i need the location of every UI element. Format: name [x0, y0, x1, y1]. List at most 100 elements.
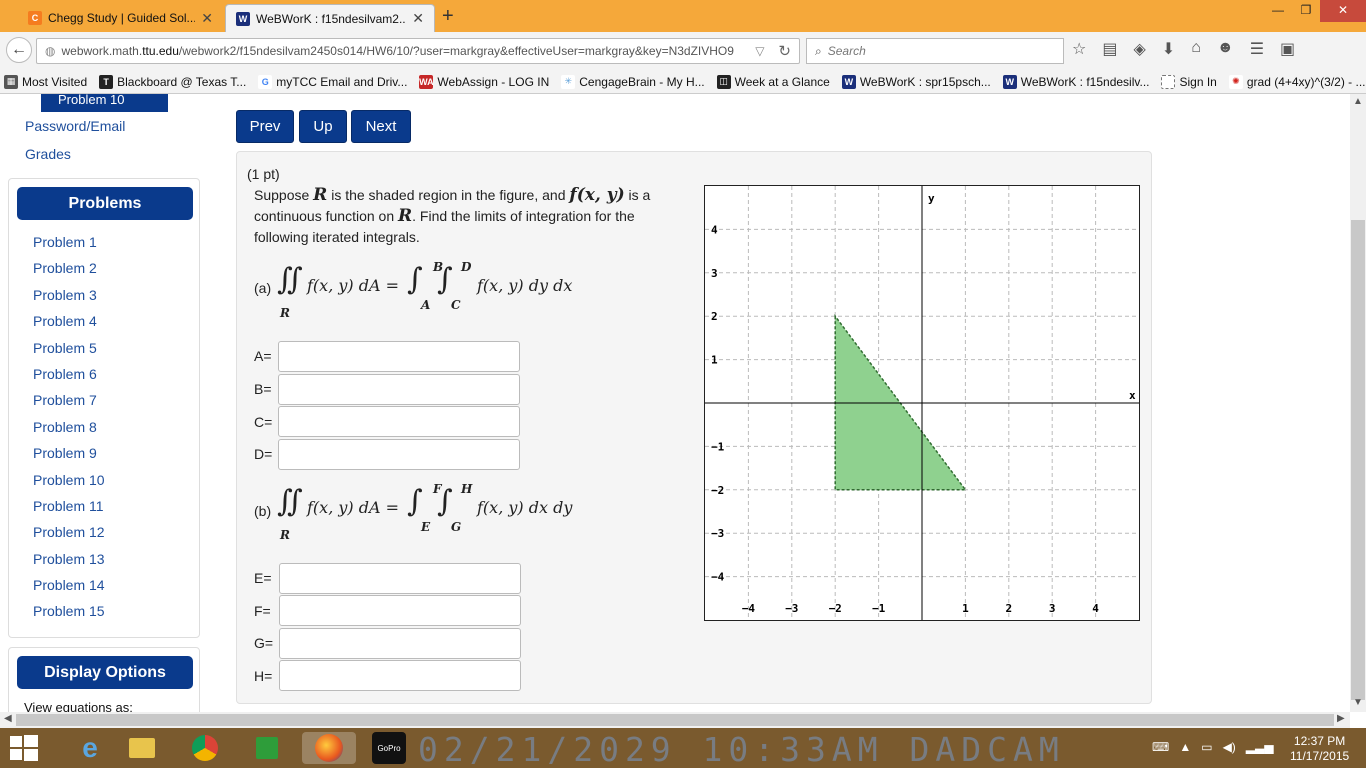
- scroll-left-icon[interactable]: ◀: [4, 713, 12, 724]
- cengage-icon: ✳: [561, 74, 576, 89]
- problem-link-5[interactable]: Problem 5: [33, 335, 105, 361]
- bookmark-webwork-spr15[interactable]: W WeBWorK : spr15psch...: [841, 74, 991, 89]
- problem-link-4[interactable]: Problem 4: [33, 308, 105, 334]
- minimize-icon[interactable]: —: [1264, 0, 1292, 22]
- home-icon[interactable]: ⌂: [1191, 39, 1201, 59]
- problem-link-3[interactable]: Problem 3: [33, 282, 105, 308]
- windows-start-icon[interactable]: [10, 735, 38, 761]
- problem-link-10[interactable]: Problem 10: [33, 467, 105, 493]
- problem-link-11[interactable]: Problem 11: [33, 493, 105, 519]
- chegg-icon: C: [28, 11, 42, 25]
- answer-input-d[interactable]: [278, 439, 520, 470]
- password-email-link[interactable]: Password/Email: [25, 118, 125, 134]
- ie-icon[interactable]: e: [60, 732, 120, 764]
- menu-icon[interactable]: ☰: [1250, 39, 1264, 59]
- close-icon[interactable]: ✕: [412, 10, 424, 27]
- answer-input-e[interactable]: [279, 563, 521, 594]
- bookmark-cengage[interactable]: ✳ CengageBrain - My H...: [561, 74, 705, 89]
- answer-input-g[interactable]: [279, 628, 521, 659]
- bookmark-blackboard[interactable]: T Blackboard @ Texas T...: [99, 74, 246, 89]
- new-tab-icon[interactable]: +: [442, 5, 454, 28]
- scroll-down-icon[interactable]: ▼: [1353, 697, 1363, 708]
- webwork-icon: W: [841, 74, 856, 89]
- bookmark-mytcc[interactable]: GmyTCC Email and Driv...: [258, 74, 407, 89]
- bookmark-most-visited[interactable]: ▦ Most Visited: [4, 74, 87, 89]
- page-icon: [1161, 74, 1176, 89]
- chat-icon[interactable]: ☻: [1217, 39, 1234, 59]
- chrome-icon[interactable]: [188, 732, 222, 764]
- dropdown-icon[interactable]: ▽: [755, 44, 772, 58]
- scroll-right-icon[interactable]: ▶: [1337, 713, 1345, 724]
- restore-icon[interactable]: ❐: [1292, 0, 1320, 22]
- url-bar[interactable]: ◍ webwork.math.ttu.edu/webwork2/f15ndesi…: [36, 38, 800, 64]
- download-icon[interactable]: ⬇: [1162, 39, 1175, 59]
- problem-link-14[interactable]: Problem 14: [33, 572, 105, 598]
- problem-points: (1 pt): [247, 166, 280, 182]
- problems-header: Problems: [17, 187, 193, 220]
- y-axis-label: y: [928, 192, 935, 205]
- gopro-icon[interactable]: GoPro: [372, 732, 406, 764]
- close-window-icon[interactable]: ✕: [1320, 0, 1366, 22]
- volume-icon[interactable]: ◀): [1223, 740, 1236, 754]
- prev-button[interactable]: Prev: [236, 110, 294, 143]
- tab-chegg[interactable]: C Chegg Study | Guided Sol... ✕: [18, 4, 223, 32]
- webwork-icon: W: [1002, 74, 1017, 89]
- firefox-icon[interactable]: [302, 732, 356, 764]
- display-options-panel: Display Options View equations as:: [8, 647, 200, 712]
- up-button[interactable]: Up: [299, 110, 347, 143]
- store-icon[interactable]: [250, 732, 284, 764]
- field-label-b: B=: [254, 381, 272, 397]
- answer-input-c[interactable]: [278, 406, 520, 437]
- problem-link-6[interactable]: Problem 6: [33, 361, 105, 387]
- tray-expand-icon[interactable]: ▲: [1179, 740, 1191, 754]
- problem-link-8[interactable]: Problem 8: [33, 414, 105, 440]
- windows-taskbar: e GoPro 02/21/2029 10:33AM DADCAM ⌨ ▲ ▭ …: [0, 728, 1366, 768]
- bookmark-webwork-f15[interactable]: W WeBWorK : f15ndesilv...: [1002, 74, 1149, 89]
- google-icon: G: [258, 74, 273, 89]
- answer-input-f[interactable]: [279, 595, 521, 626]
- x-tick-label: −2: [829, 602, 842, 615]
- answer-input-b[interactable]: [278, 374, 520, 405]
- current-problem-link[interactable]: Problem 10: [41, 94, 168, 112]
- network-icon[interactable]: ▂▃▅: [1246, 740, 1274, 754]
- pocket-icon[interactable]: ◈: [1133, 39, 1145, 59]
- scroll-up-icon[interactable]: ▲: [1353, 96, 1363, 107]
- page-viewport: Problem 10 Password/Email Grades Problem…: [0, 94, 1350, 712]
- taskbar-clock[interactable]: 12:37 PM 11/17/2015: [1290, 734, 1349, 764]
- problem-link-13[interactable]: Problem 13: [33, 546, 105, 572]
- problem-link-1[interactable]: Problem 1: [33, 229, 105, 255]
- browser-titlebar: C Chegg Study | Guided Sol... ✕ W WeBWor…: [0, 0, 1366, 32]
- problem-link-7[interactable]: Problem 7: [33, 387, 105, 413]
- y-tick-label: 4: [711, 223, 718, 236]
- sidebar-top: Problem 10 Password/Email Grades: [8, 94, 200, 170]
- horizontal-scroll-thumb[interactable]: [16, 714, 1334, 726]
- tab-webwork[interactable]: W WeBWorK : f15ndesilvam2... ✕: [225, 4, 435, 32]
- x-tick-label: −3: [785, 602, 798, 615]
- notification-icon[interactable]: ▭: [1201, 740, 1212, 754]
- keyboard-icon[interactable]: ⌨: [1152, 740, 1169, 754]
- next-button[interactable]: Next: [351, 110, 411, 143]
- answer-input-h[interactable]: [279, 660, 521, 691]
- problem-link-9[interactable]: Problem 9: [33, 440, 105, 466]
- reload-icon[interactable]: ↻: [778, 42, 799, 60]
- grades-link[interactable]: Grades: [25, 146, 71, 162]
- answer-input-a[interactable]: [278, 341, 520, 372]
- close-icon[interactable]: ✕: [201, 10, 213, 27]
- bookmark-webassign[interactable]: WA WebAssign - LOG IN: [419, 74, 549, 89]
- y-tick-label: −1: [711, 440, 725, 453]
- file-explorer-icon[interactable]: [125, 732, 159, 764]
- wolfram-icon: ✺: [1228, 74, 1243, 89]
- star-icon[interactable]: ☆: [1072, 39, 1086, 59]
- bookmark-grad[interactable]: ✺ grad (4+4xy)^(3/2) - ...: [1228, 74, 1366, 89]
- reader-icon[interactable]: ▤: [1102, 39, 1117, 59]
- bookmark-week-at-glance[interactable]: ◫ Week at a Glance: [716, 74, 830, 89]
- toolbar-icons: ☆ ▤ ◈ ⬇ ⌂ ☻ ☰ ▣: [1072, 39, 1295, 59]
- vertical-scroll-thumb[interactable]: [1351, 220, 1365, 700]
- problem-link-15[interactable]: Problem 15: [33, 598, 105, 624]
- back-icon[interactable]: ←: [6, 37, 32, 63]
- problem-link-2[interactable]: Problem 2: [33, 255, 105, 281]
- bookmark-sign-in[interactable]: Sign In: [1161, 74, 1217, 89]
- search-bar[interactable]: ⌕ Search: [806, 38, 1064, 64]
- extension-icon[interactable]: ▣: [1280, 39, 1295, 59]
- problem-link-12[interactable]: Problem 12: [33, 519, 105, 545]
